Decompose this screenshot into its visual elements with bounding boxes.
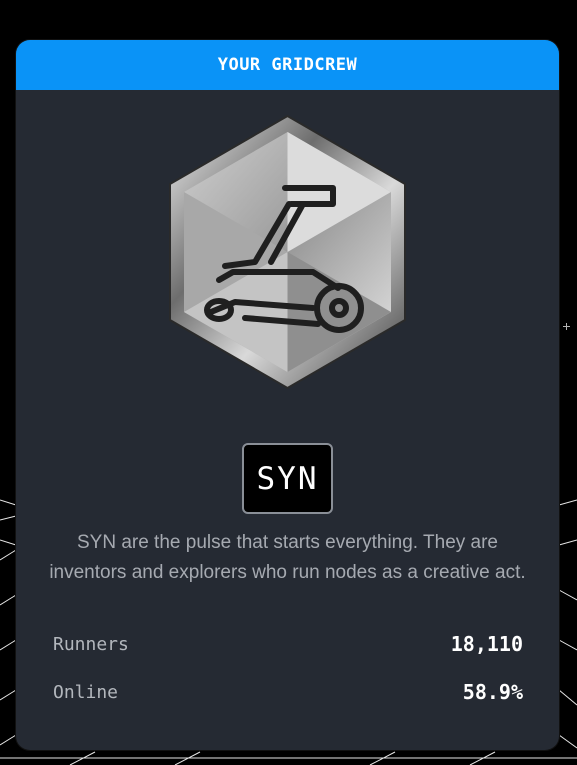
- stat-value: 58.9%: [462, 680, 523, 704]
- stat-row-runners: Runners 18,110: [53, 632, 523, 656]
- stat-label: Runners: [53, 633, 129, 655]
- stat-value: 18,110: [450, 632, 523, 656]
- crew-code-badge: SYN: [242, 443, 333, 514]
- crew-description: SYN are the pulse that starts everything…: [49, 532, 526, 583]
- card-title: YOUR GRIDCREW: [217, 55, 358, 75]
- stat-label: Online: [53, 681, 119, 703]
- crew-badge: [163, 112, 412, 392]
- stat-row-online: Online 58.9%: [53, 680, 523, 704]
- crew-code: SYN: [256, 460, 319, 497]
- crew-card: YOUR GRIDCREW SYN SYN are the pulse that…: [16, 40, 559, 750]
- card-header: YOUR GRIDCREW: [16, 40, 559, 90]
